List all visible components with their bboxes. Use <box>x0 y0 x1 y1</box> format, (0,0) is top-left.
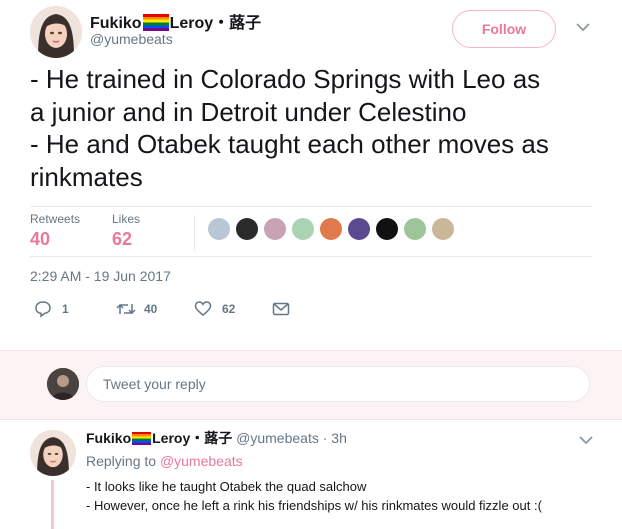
tweet-timestamp[interactable]: 2:29 AM - 19 Jun 2017 <box>30 268 171 284</box>
reply-header: Fukiko Leroy・蕗子 @yumebeats · 3h <box>86 428 347 448</box>
message-action[interactable] <box>272 301 290 322</box>
rainbow-flag-icon <box>142 14 169 31</box>
tweet-text-line: a junior and in Detroit under Celestino <box>30 96 467 127</box>
retweets-stat[interactable]: Retweets 40 <box>30 212 80 250</box>
liker-avatar[interactable] <box>264 218 286 240</box>
reply-action[interactable]: 1 <box>34 300 69 318</box>
liker-avatar[interactable] <box>404 218 426 240</box>
like-count: 62 <box>222 302 236 316</box>
like-action[interactable]: 62 <box>194 300 235 318</box>
stats-separator <box>194 215 195 251</box>
likes-stat[interactable]: Likes 62 <box>112 212 140 250</box>
stats-bottom-divider <box>30 256 592 257</box>
retweet-count: 40 <box>144 302 158 316</box>
tweet-text: - He trained in Colorado Springs with Le… <box>30 63 600 193</box>
heart-icon <box>194 301 212 316</box>
liker-avatar[interactable] <box>376 218 398 240</box>
reply-chevron-down-icon[interactable] <box>579 432 593 450</box>
author-avatar[interactable] <box>30 6 82 58</box>
liker-avatar[interactable] <box>236 218 258 240</box>
reply-author-name-part1[interactable]: Fukiko <box>86 430 131 446</box>
current-user-avatar[interactable] <box>47 368 79 400</box>
reply-author-name-part2[interactable]: Leroy・蕗子 <box>152 430 232 446</box>
likes-count: 62 <box>112 229 133 249</box>
reply-icon <box>35 301 51 318</box>
reply-count: 1 <box>62 302 69 316</box>
retweets-count: 40 <box>30 229 51 249</box>
tweet-text-line: - He and Otabek taught each other moves … <box>30 129 549 159</box>
reply-text: - It looks like he taught Otabek the qua… <box>86 477 542 515</box>
reply-text-line: - It looks like he taught Otabek the qua… <box>86 479 367 494</box>
reply-author-avatar[interactable] <box>30 430 76 476</box>
chevron-down-icon[interactable] <box>576 19 590 37</box>
likes-label: Likes <box>112 212 141 226</box>
retweet-action[interactable]: 40 <box>116 300 157 318</box>
tweet-text-line: - He trained in Colorado Springs with Le… <box>30 64 541 94</box>
replying-to-prefix: Replying to <box>86 453 157 469</box>
liker-avatar[interactable] <box>432 218 454 240</box>
reply-input[interactable]: Tweet your reply <box>86 366 590 402</box>
rainbow-flag-icon <box>132 432 152 445</box>
thread-line <box>51 480 54 529</box>
liker-avatar[interactable] <box>208 218 230 240</box>
liker-avatar[interactable] <box>292 218 314 240</box>
envelope-icon <box>272 302 290 316</box>
stats-top-divider <box>30 206 592 207</box>
author-handle[interactable]: @yumebeats <box>90 31 173 47</box>
author-name-part1: Fukiko <box>90 15 142 32</box>
author-name[interactable]: Fukiko Leroy・蕗子 <box>90 9 261 33</box>
tweet-text-line: rinkmates <box>30 161 143 192</box>
liker-avatar[interactable] <box>348 218 370 240</box>
reply-time[interactable]: · 3h <box>323 430 347 446</box>
replying-to: Replying to @yumebeats <box>86 453 243 469</box>
reply-text-line: - However, once he left a rink his frien… <box>86 498 542 513</box>
reply-author-handle[interactable]: @yumebeats <box>236 430 319 446</box>
liker-avatars <box>208 218 468 242</box>
author-name-part2: Leroy・蕗子 <box>169 15 262 32</box>
liker-avatar[interactable] <box>320 218 342 240</box>
retweets-label: Retweets <box>30 212 81 226</box>
replying-to-link[interactable]: @yumebeats <box>160 453 243 469</box>
follow-button[interactable]: Follow <box>452 10 556 48</box>
retweet-icon <box>116 303 136 315</box>
